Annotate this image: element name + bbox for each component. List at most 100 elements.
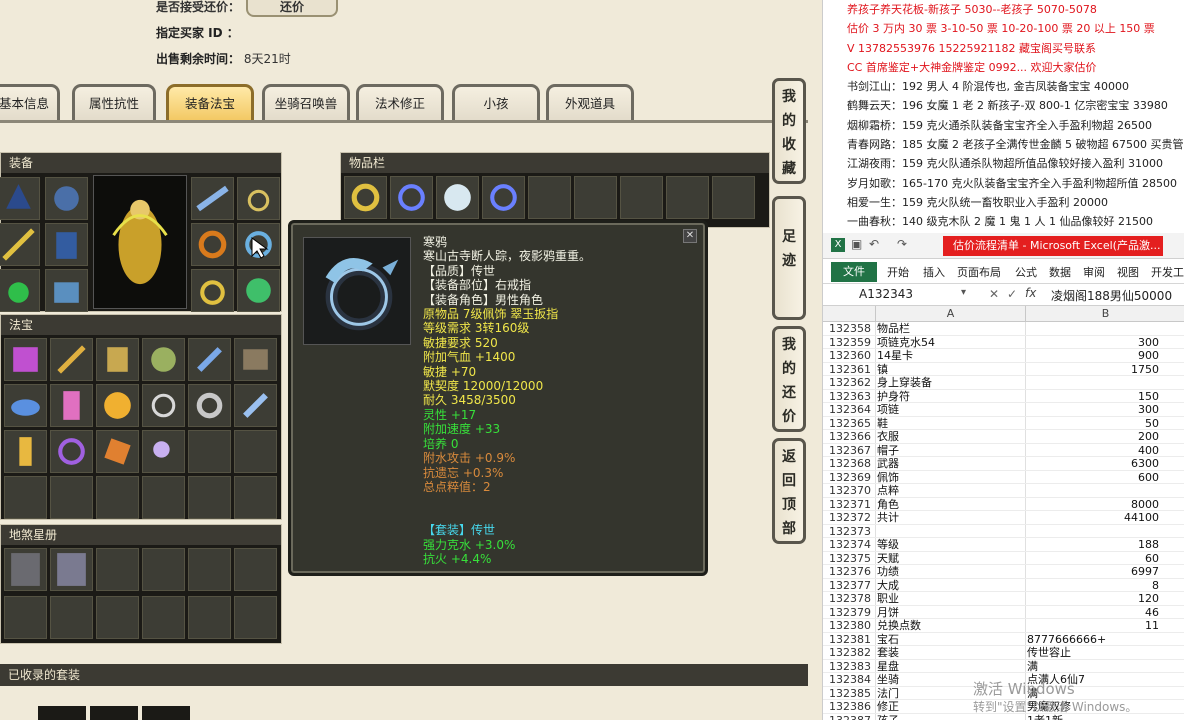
cell-a[interactable]: 衣服	[877, 430, 1027, 444]
row-number[interactable]: 132373	[823, 525, 873, 539]
equip-slot[interactable]	[191, 269, 234, 312]
cell-a[interactable]: 兑换点数	[877, 619, 1027, 633]
cell-a[interactable]: 14星卡	[877, 349, 1027, 363]
inventory-slot[interactable]	[666, 176, 709, 219]
footprint-button[interactable]: 足迹	[772, 196, 806, 320]
equip-slot[interactable]	[191, 177, 234, 220]
ditu-slot[interactable]	[142, 548, 185, 591]
tooltip-close-icon[interactable]: ✕	[683, 229, 697, 243]
cell-a[interactable]: 武器	[877, 457, 1027, 471]
fabao-slot[interactable]	[4, 430, 47, 473]
fabao-slot[interactable]	[142, 384, 185, 427]
cell-a[interactable]: 佩饰	[877, 471, 1027, 485]
cell-b[interactable]: 200	[1027, 430, 1159, 444]
equip-slot[interactable]	[0, 223, 40, 266]
ribbon-tab-home[interactable]: 开始	[887, 264, 909, 280]
redo-icon[interactable]: ↷	[897, 237, 907, 251]
fabao-slot[interactable]	[4, 476, 47, 519]
cell-b[interactable]: 300	[1027, 403, 1159, 417]
cell-a[interactable]: 项链	[877, 403, 1027, 417]
fabao-slot[interactable]	[234, 384, 277, 427]
row-number[interactable]: 132379	[823, 606, 873, 620]
my-favorites-button[interactable]: 我的收藏	[772, 78, 806, 184]
suit-slot[interactable]	[90, 706, 138, 720]
row-number[interactable]: 132364	[823, 403, 873, 417]
name-box-dropdown-icon[interactable]: ▾	[961, 287, 966, 298]
cell-b[interactable]: 6300	[1027, 457, 1159, 471]
fabao-slot[interactable]	[50, 338, 93, 381]
cell-a[interactable]: 套装	[877, 646, 1027, 660]
cell-b[interactable]: 600	[1027, 471, 1159, 485]
cell-a[interactable]: 鞋	[877, 417, 1027, 431]
fabao-slot[interactable]	[96, 476, 139, 519]
ditu-slot[interactable]	[234, 595, 277, 639]
ditu-slot[interactable]	[188, 595, 231, 639]
inventory-slot[interactable]	[344, 176, 387, 219]
ribbon-tab-review[interactable]: 审阅	[1083, 264, 1105, 280]
cell-b[interactable]: 46	[1027, 606, 1159, 620]
fabao-slot[interactable]	[142, 430, 185, 473]
row-number[interactable]: 132375	[823, 552, 873, 566]
cell-b[interactable]: 44100	[1027, 511, 1159, 525]
row-number[interactable]: 132366	[823, 430, 873, 444]
ditu-slot[interactable]	[4, 548, 47, 591]
equip-slot[interactable]	[237, 177, 280, 220]
fabao-slot[interactable]	[188, 338, 231, 381]
tab-children[interactable]: 小孩	[452, 84, 540, 120]
cell-a[interactable]: 宝石	[877, 633, 1027, 647]
ribbon-tab-file[interactable]: 文件	[831, 262, 877, 282]
cell-a[interactable]: 星盘	[877, 660, 1027, 674]
row-number[interactable]: 132387	[823, 714, 873, 720]
ditu-slot[interactable]	[142, 595, 185, 639]
tab-equipment[interactable]: 装备法宝	[166, 84, 254, 120]
cell-a[interactable]: 职业	[877, 592, 1027, 606]
fabao-slot[interactable]	[50, 384, 93, 427]
ribbon-tab-insert[interactable]: 插入	[923, 264, 945, 280]
cell-b[interactable]: 900	[1027, 349, 1159, 363]
inventory-slot[interactable]	[712, 176, 755, 219]
undo-icon[interactable]: ↶	[869, 237, 879, 251]
cell-a[interactable]: 点粹	[877, 484, 1027, 498]
suit-slot[interactable]	[38, 706, 86, 720]
cell-b[interactable]: 120	[1027, 592, 1159, 606]
cell-b[interactable]: 11	[1027, 619, 1159, 633]
fabao-slot[interactable]	[234, 430, 277, 473]
inventory-slot[interactable]	[390, 176, 433, 219]
inventory-slot[interactable]	[574, 176, 617, 219]
tab-spells[interactable]: 法术修正	[356, 84, 444, 120]
cancel-icon[interactable]: ✕	[989, 287, 999, 301]
fabao-slot[interactable]	[50, 476, 93, 519]
row-number[interactable]: 132365	[823, 417, 873, 431]
fabao-slot[interactable]	[142, 476, 185, 519]
cell-b[interactable]: 150	[1027, 390, 1159, 404]
ditu-slot[interactable]	[50, 595, 93, 639]
cell-a[interactable]: 天赋	[877, 552, 1027, 566]
row-number[interactable]: 132386	[823, 700, 873, 714]
equip-slot[interactable]	[0, 177, 40, 220]
cell-a[interactable]: 项链克水54	[877, 336, 1027, 350]
cell-a[interactable]: 共计	[877, 511, 1027, 525]
cell-b[interactable]: 8000	[1027, 498, 1159, 512]
equip-slot[interactable]	[237, 269, 280, 312]
ditu-slot[interactable]	[50, 548, 93, 591]
fabao-slot[interactable]	[234, 476, 277, 519]
cell-b[interactable]: 传世容止	[1027, 646, 1159, 660]
equip-slot[interactable]	[191, 223, 234, 266]
row-number[interactable]: 132369	[823, 471, 873, 485]
cell-a[interactable]: 角色	[877, 498, 1027, 512]
cell-a[interactable]: 身上穿装备	[877, 376, 1027, 390]
fabao-slot[interactable]	[234, 338, 277, 381]
row-number[interactable]: 132370	[823, 484, 873, 498]
row-number[interactable]: 132368	[823, 457, 873, 471]
cell-b[interactable]: 400	[1027, 444, 1159, 458]
row-number[interactable]: 132378	[823, 592, 873, 606]
ditu-slot[interactable]	[188, 548, 231, 591]
cell-a[interactable]: 镇	[877, 363, 1027, 377]
fabao-slot[interactable]	[4, 338, 47, 381]
tab-appearance[interactable]: 外观道具	[546, 84, 634, 120]
row-number[interactable]: 132358	[823, 322, 873, 336]
my-offers-button[interactable]: 我的还价	[772, 326, 806, 432]
row-number[interactable]: 132384	[823, 673, 873, 687]
cell-a[interactable]: 护身符	[877, 390, 1027, 404]
inventory-slot[interactable]	[436, 176, 479, 219]
